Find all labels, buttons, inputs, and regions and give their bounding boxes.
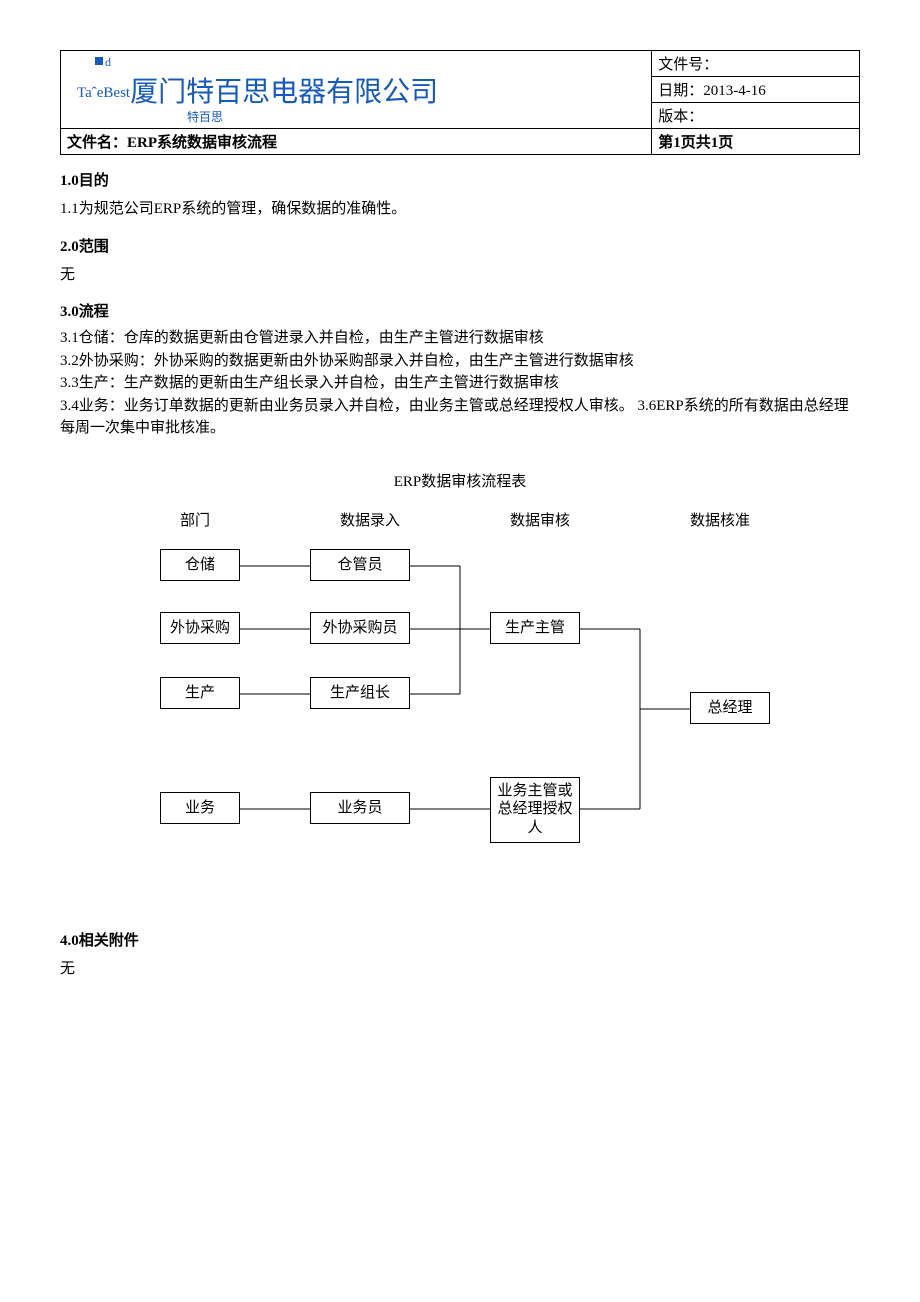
s3-line: 3.2外协采购：外协采购的数据更新由外协采购部录入并自检，由生产主管进行数据审核 (60, 350, 860, 373)
connector-lines (150, 509, 810, 869)
node-dept-outsource: 外协采购 (160, 612, 240, 645)
node-entry-outsource: 外协采购员 (310, 612, 410, 645)
page-info: 第1页共1页 (652, 129, 860, 155)
node-audit-biz-mgr: 业务主管或总经理授权人 (490, 777, 580, 843)
node-audit-prod-mgr: 生产主管 (490, 612, 580, 645)
logo-top: d (95, 55, 645, 70)
s3-line: 3.3生产：生产数据的更新由生产组长录入并自检，由生产主管进行数据审核 (60, 372, 860, 395)
logo-subtitle: 特百思 (187, 108, 645, 125)
node-entry-teamlead: 生产组长 (310, 677, 410, 710)
flow-diagram: 部门 数据录入 数据审核 数据核准 (150, 509, 810, 869)
section-3-title: 3.0流程 (60, 300, 860, 321)
file-name: 文件名：ERP系统数据审核流程 (61, 129, 652, 155)
node-dept-business: 业务 (160, 792, 240, 825)
company-name: TaˆeBest厦门特百思电器有限公司 (77, 70, 645, 110)
doc-no: 文件号： (652, 51, 860, 77)
section-1-title: 1.0目的 (60, 169, 860, 190)
node-entry-warehouse: 仓管员 (310, 549, 410, 582)
s3-line: 3.4业务：业务订单数据的更新由业务员录入并自检，由业务主管或总经理授权人审核。… (60, 395, 860, 440)
diagram-title: ERP数据审核流程表 (60, 470, 860, 491)
section-3-body: 3.1仓储：仓库的数据更新由仓管进录入并自检，由生产主管进行数据审核 3.2外协… (60, 327, 860, 440)
doc-version: 版本： (652, 103, 860, 129)
node-dept-storage: 仓储 (160, 549, 240, 582)
section-4-body: 无 (60, 958, 860, 981)
logo-square-icon (95, 57, 103, 65)
section-4-title: 4.0相关附件 (60, 929, 860, 950)
header-table: d TaˆeBest厦门特百思电器有限公司 特百思 文件号： 日期：2013-4… (60, 50, 860, 155)
doc-date: 日期：2013-4-16 (652, 77, 860, 103)
section-2-body: 无 (60, 264, 860, 287)
node-approve-gm: 总经理 (690, 692, 770, 725)
section-1-body: 1.1为规范公司ERP系统的管理，确保数据的准确性。 (60, 198, 860, 221)
logo-cell: d TaˆeBest厦门特百思电器有限公司 特百思 (61, 51, 652, 129)
section-2-title: 2.0范围 (60, 235, 860, 256)
node-dept-production: 生产 (160, 677, 240, 710)
s3-line: 3.1仓储：仓库的数据更新由仓管进录入并自检，由生产主管进行数据审核 (60, 327, 860, 350)
node-entry-salesman: 业务员 (310, 792, 410, 825)
